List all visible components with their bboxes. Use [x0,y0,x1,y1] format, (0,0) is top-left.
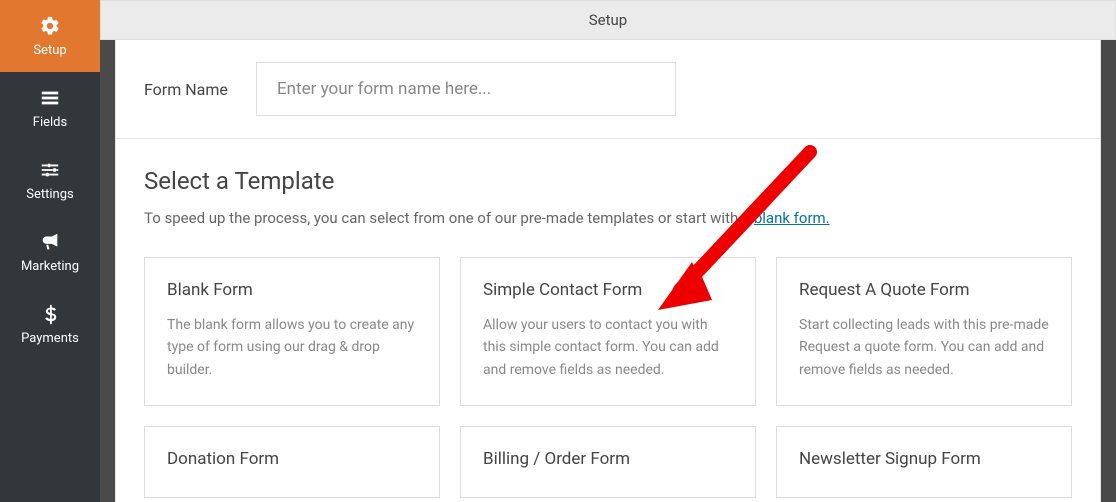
topbar-title: Setup [589,11,627,29]
card-desc: Start collecting leads with this pre-mad… [799,314,1049,381]
form-name-input[interactable] [256,62,676,116]
sidebar-item-label: Fields [33,115,67,130]
sidebar-item-marketing[interactable]: Marketing [0,216,100,288]
template-card-donation[interactable]: Donation Form [144,426,440,498]
sidebar-item-payments[interactable]: Payments [0,288,100,360]
section-heading: Select a Template [144,167,1072,195]
section-desc: To speed up the process, you can select … [144,209,1072,227]
sidebar-item-label: Settings [26,187,73,202]
sidebar: Setup Fields Settings Marketing Payments [0,0,100,502]
sidebar-item-label: Marketing [21,259,79,274]
template-grid: Blank Form The blank form allows you to … [144,257,1072,498]
gear-icon [38,14,62,38]
main-area: Setup Form Name Select a Template To spe… [100,0,1116,502]
template-card-newsletter[interactable]: Newsletter Signup Form [776,426,1072,498]
sidebar-item-fields[interactable]: Fields [0,72,100,144]
template-card-billing[interactable]: Billing / Order Form [460,426,756,498]
template-card-request-quote[interactable]: Request A Quote Form Start collecting le… [776,257,1072,406]
sidebar-item-setup[interactable]: Setup [0,0,100,72]
panel: Form Name Select a Template To speed up … [115,40,1101,502]
template-section: Select a Template To speed up the proces… [116,139,1100,498]
card-title: Billing / Order Form [483,449,630,469]
card-title: Request A Quote Form [799,280,1049,300]
card-title: Newsletter Signup Form [799,449,981,469]
sliders-icon [38,158,62,182]
topbar: Setup [100,0,1116,40]
template-card-blank[interactable]: Blank Form The blank form allows you to … [144,257,440,406]
form-name-row: Form Name [116,40,1100,139]
card-title: Blank Form [167,280,417,300]
card-desc: Allow your users to contact you with thi… [483,314,733,381]
dollar-icon [38,302,62,326]
sidebar-item-label: Setup [33,43,66,58]
card-title: Simple Contact Form [483,280,733,300]
form-name-label: Form Name [144,80,256,99]
sidebar-item-label: Payments [21,331,79,346]
bullhorn-icon [38,230,62,254]
card-desc: The blank form allows you to create any … [167,314,417,381]
sidebar-item-settings[interactable]: Settings [0,144,100,216]
blank-form-link[interactable]: blank form. [754,209,830,227]
card-title: Donation Form [167,449,279,469]
list-icon [38,86,62,110]
template-card-simple-contact[interactable]: Simple Contact Form Allow your users to … [460,257,756,406]
